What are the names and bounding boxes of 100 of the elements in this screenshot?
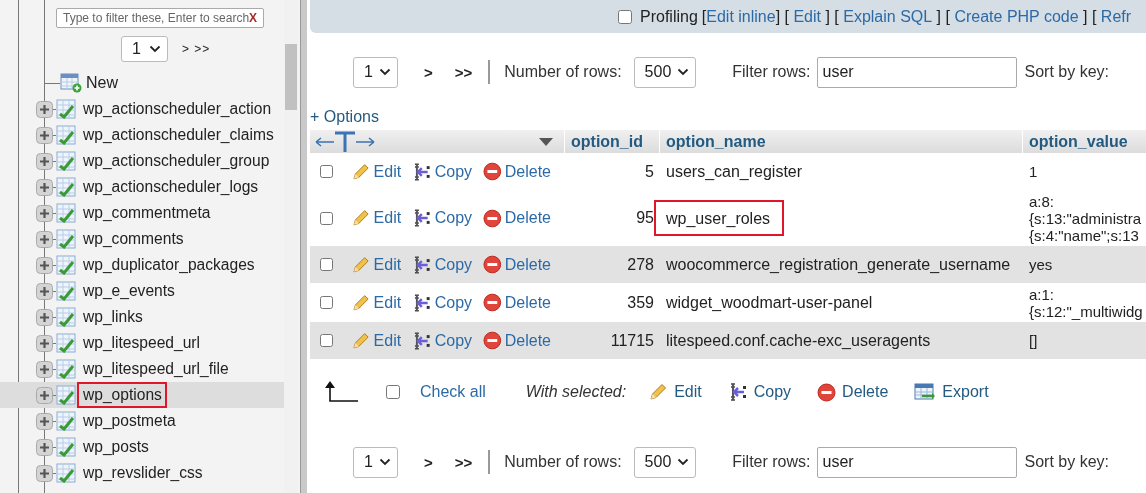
new-table-link[interactable]: New (86, 74, 118, 92)
edit-link[interactable]: Edit (373, 209, 402, 227)
chevron-icon (378, 458, 391, 466)
sort-label: Sort by key: (1024, 63, 1109, 81)
row-checkbox[interactable] (320, 334, 333, 347)
table-link[interactable]: wp_revslider_css (77, 460, 208, 486)
delete-button[interactable]: Delete (817, 382, 889, 402)
check-all-link[interactable]: Check all (420, 383, 486, 401)
table-icon (56, 203, 76, 223)
filter-rows-field[interactable]: user (816, 56, 1017, 88)
expand-icon[interactable] (36, 386, 53, 404)
expand-icon[interactable] (36, 204, 53, 222)
table-link[interactable]: wp_e_events (77, 278, 180, 304)
table-link[interactable]: wp_actionscheduler_logs (77, 174, 264, 200)
profiling-label: Profiling (640, 7, 698, 26)
delete-link[interactable]: Delete (504, 331, 551, 350)
expand-icon[interactable] (36, 230, 53, 248)
clear-button[interactable]: X (249, 11, 257, 25)
delete-icon (483, 293, 502, 312)
export-icon (914, 383, 937, 401)
page-select[interactable]: 1 (121, 36, 168, 62)
copy-link[interactable]: Copy (434, 331, 473, 350)
edit-link[interactable]: Edit (373, 255, 402, 274)
table-link[interactable]: wp_posts (77, 434, 154, 460)
row-checkbox[interactable] (320, 211, 333, 225)
copy-link[interactable]: Copy (434, 162, 473, 181)
table-link[interactable]: wp_options (77, 382, 167, 408)
table-link[interactable]: wp_actionscheduler_claims (77, 122, 279, 148)
expand-icon[interactable] (36, 412, 53, 430)
expand-icon[interactable] (36, 334, 53, 352)
expand-icon[interactable] (36, 282, 53, 300)
expand-icon[interactable] (36, 360, 53, 378)
delete-link[interactable]: Delete (504, 209, 551, 227)
new-table-icon (60, 73, 82, 93)
toolbar-link[interactable]: Edit inline (706, 7, 776, 26)
delete-link[interactable]: Delete (504, 293, 551, 312)
expand-icon[interactable] (36, 126, 53, 144)
delete-link[interactable]: Delete (504, 255, 551, 274)
column-header[interactable]: option_value (1023, 130, 1146, 153)
page-select[interactable]: 1 (353, 56, 398, 88)
expand-icon[interactable] (36, 308, 53, 326)
expand-icon[interactable] (36, 178, 53, 196)
toolbar-link[interactable]: Edit (793, 7, 821, 26)
table-icon (56, 437, 76, 457)
last-page-link[interactable]: >> (454, 63, 473, 81)
rows-select[interactable]: 500 (633, 446, 697, 478)
table-link[interactable]: wp_litespeed_url_file (77, 356, 234, 382)
expand-icon[interactable] (36, 100, 53, 118)
table-link[interactable]: wp_commentmeta (77, 200, 216, 226)
toolbar-link[interactable]: Create PHP code (954, 7, 1079, 26)
copy-link[interactable]: Copy (434, 255, 473, 274)
table-cell: users_can_register (666, 162, 803, 181)
next-page-link[interactable]: > >> (181, 42, 211, 56)
last-page-link[interactable]: >> (454, 453, 473, 471)
table-link[interactable]: wp_links (77, 304, 148, 330)
options-link[interactable]: + Options (310, 108, 379, 126)
expand-icon[interactable] (36, 464, 53, 482)
pencil-icon (351, 292, 371, 313)
row-checkbox[interactable] (320, 165, 333, 178)
export-button[interactable]: Export (914, 383, 989, 401)
expand-icon[interactable] (36, 152, 53, 170)
table-icon (56, 281, 76, 301)
row-checkbox[interactable] (320, 258, 333, 271)
edit-button[interactable]: Edit (648, 382, 702, 402)
copy-button[interactable]: Copy (727, 382, 792, 402)
column-header[interactable]: option_name (660, 130, 1023, 153)
rows-select[interactable]: 500 (633, 56, 697, 88)
table-link[interactable]: wp_actionscheduler_action (77, 96, 277, 122)
copy-link[interactable]: Copy (434, 209, 473, 227)
profiling-checkbox[interactable] (618, 9, 632, 24)
expand-icon[interactable] (36, 256, 53, 274)
delete-icon (817, 382, 837, 402)
delete-link[interactable]: Delete (504, 162, 551, 181)
filter-field[interactable]: Type to filter these, Enter to searchX (56, 8, 264, 28)
table-cell: 278 (565, 246, 660, 284)
toolbar-link[interactable]: Explain SQL (843, 7, 933, 26)
toolbar-link[interactable]: Refr (1100, 7, 1132, 26)
edit-link[interactable]: Edit (373, 162, 402, 181)
page-select[interactable]: 1 (353, 446, 398, 478)
table-link[interactable]: wp_actionscheduler_group (77, 148, 275, 174)
edit-link[interactable]: Edit (373, 293, 402, 312)
table-icon (56, 359, 76, 379)
table-link[interactable]: wp_postmeta (77, 408, 181, 434)
table-cell: 1 (1029, 163, 1038, 180)
copy-link[interactable]: Copy (434, 293, 473, 312)
table-cell: {s:13:"administra (1029, 209, 1142, 227)
row-checkbox[interactable] (320, 296, 333, 309)
table-link[interactable]: wp_duplicator_packages (77, 252, 260, 278)
table-link[interactable]: wp_comments (77, 226, 189, 252)
expand-icon[interactable] (36, 438, 53, 456)
edit-link[interactable]: Edit (373, 331, 402, 350)
scrollbar-thumb[interactable] (285, 44, 297, 110)
table-icon (56, 307, 76, 327)
column-header[interactable]: option_id (565, 130, 660, 153)
next-page-link[interactable]: > (423, 453, 433, 471)
check-all-checkbox[interactable] (386, 385, 400, 399)
next-page-link[interactable]: > (423, 63, 433, 81)
table-cell: a:8: (1029, 192, 1055, 210)
table-link[interactable]: wp_litespeed_url (77, 330, 206, 356)
filter-rows-field[interactable]: user (816, 446, 1017, 478)
